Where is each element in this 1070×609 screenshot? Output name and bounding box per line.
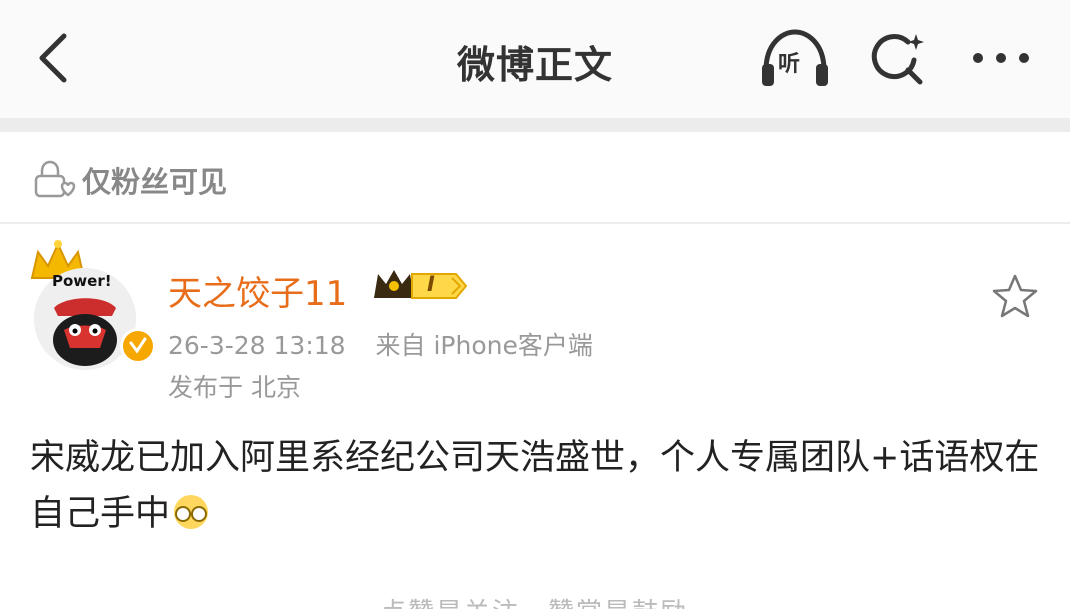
fans-only-lock-icon [34, 160, 76, 198]
author-avatar[interactable]: Power! [28, 238, 156, 370]
avatar-caption: Power! [52, 272, 112, 290]
more-button[interactable] [968, 34, 1034, 82]
favorite-button[interactable] [990, 272, 1040, 320]
top-nav-bar: 微博正文 听 [0, 0, 1070, 118]
visibility-label: 仅粉丝可见 [82, 165, 228, 199]
visibility-row: 仅粉丝可见 [0, 132, 1070, 224]
footer-partial-text: 点赞是关注，赞赏是鼓励 [380, 592, 688, 609]
post-content: 宋威龙已加入阿里系经纪公司天浩盛世，个人专属团队+话语权在自己手中 [30, 430, 1040, 542]
check-icon [129, 337, 147, 354]
author-name[interactable]: 天之饺子11 [168, 266, 347, 315]
post-meta: 26-3-28 13:18 来自 iPhone客户端 [168, 326, 615, 362]
member-level-badge[interactable]: I [372, 266, 468, 306]
glasses-emoji-icon [174, 495, 209, 529]
level-number: I [427, 272, 435, 296]
search-button[interactable] [866, 30, 930, 88]
more-dots-icon [973, 53, 1029, 63]
section-divider [0, 118, 1070, 132]
verified-badge [120, 328, 156, 364]
vip-crown-badge-icon [374, 270, 468, 299]
post-source: 来自 iPhone客户端 [375, 331, 593, 360]
star-icon [992, 274, 1038, 318]
listen-button[interactable]: 听 [758, 26, 832, 90]
post-location: 发布于 北京 [168, 373, 301, 402]
post-time: 26-3-28 13:18 [168, 331, 346, 360]
listen-label: 听 [778, 52, 801, 77]
search-icon [871, 34, 924, 85]
